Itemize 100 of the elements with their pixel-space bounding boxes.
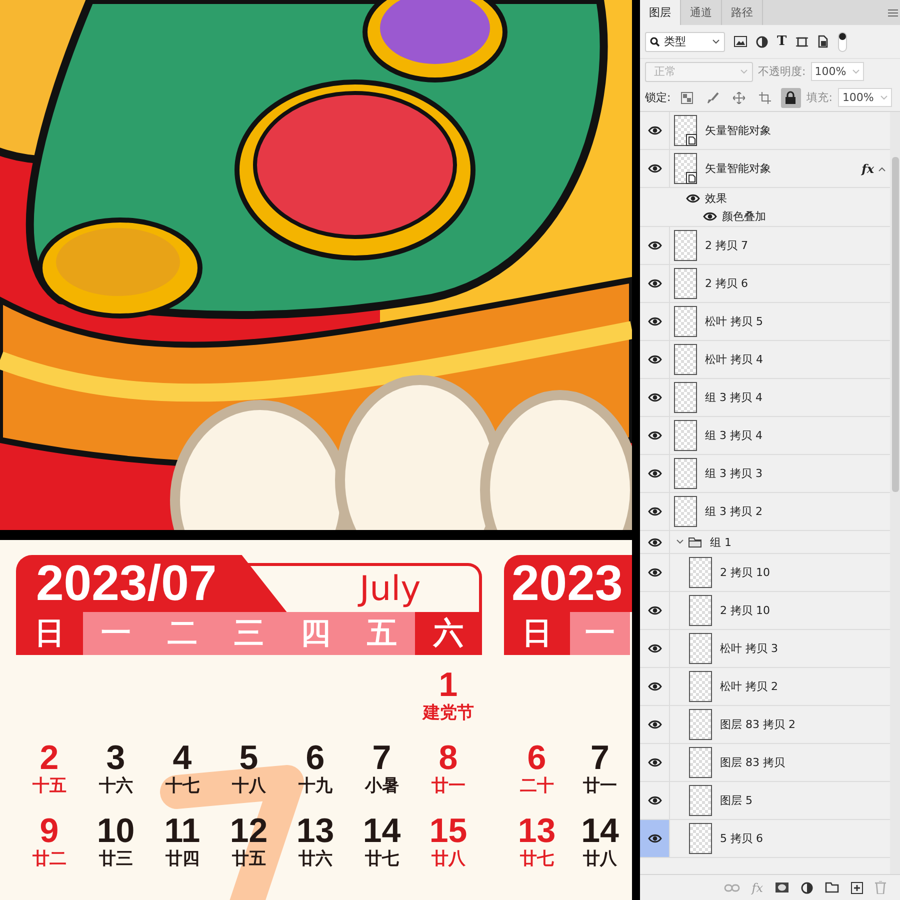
lunar-date: 建党节 bbox=[422, 703, 474, 723]
weekday-header: 三 bbox=[216, 612, 282, 655]
layer-name[interactable]: 松叶 拷贝 2 bbox=[720, 679, 778, 694]
panel-tab[interactable]: 路径 bbox=[722, 0, 763, 25]
image-icon[interactable] bbox=[734, 36, 747, 47]
caret-icon[interactable] bbox=[676, 539, 684, 545]
layer-name[interactable]: 组 3 拷贝 4 bbox=[705, 390, 762, 405]
smart-object-icon[interactable] bbox=[816, 35, 829, 48]
caret-icon bbox=[852, 69, 860, 74]
lunar-date: 廿一 bbox=[431, 776, 466, 796]
date-number: 14 bbox=[581, 813, 619, 849]
eye-icon[interactable] bbox=[648, 606, 662, 615]
adjustment-icon[interactable] bbox=[801, 882, 813, 894]
eye-icon[interactable] bbox=[648, 279, 662, 288]
effect-name[interactable]: 颜色叠加 bbox=[722, 208, 766, 224]
eye-icon[interactable] bbox=[648, 126, 662, 135]
layer-name[interactable]: 松叶 拷贝 4 bbox=[705, 352, 763, 367]
layer-thumbnail bbox=[674, 420, 697, 451]
mask-icon[interactable] bbox=[775, 882, 789, 893]
weekday-header: 日 bbox=[504, 612, 570, 655]
weekday-header: 一 bbox=[82, 612, 149, 655]
layer-thumbnail bbox=[689, 785, 712, 816]
type-filter-icon[interactable]: T bbox=[777, 34, 787, 49]
artboard-icon[interactable] bbox=[758, 92, 771, 104]
eye-icon[interactable] bbox=[648, 834, 662, 843]
caret-icon bbox=[712, 39, 720, 44]
date-number: 14 bbox=[362, 813, 401, 849]
lunar-date: 廿七 bbox=[520, 849, 554, 869]
panel-tab[interactable]: 通道 bbox=[681, 0, 722, 25]
eye-icon[interactable] bbox=[648, 538, 662, 546]
caret-icon[interactable] bbox=[878, 166, 886, 172]
layer-name[interactable]: 5 拷贝 6 bbox=[720, 831, 763, 846]
layer-name[interactable]: 组 3 拷贝 2 bbox=[705, 504, 762, 519]
layer-name[interactable]: 图层 83 拷贝 bbox=[720, 755, 785, 770]
menu-icon[interactable] bbox=[888, 8, 898, 16]
scrollbar[interactable] bbox=[890, 112, 900, 874]
brush-icon[interactable] bbox=[706, 92, 719, 104]
eye-icon[interactable] bbox=[648, 682, 662, 691]
weekday-header: 日 bbox=[16, 612, 82, 655]
eye-icon[interactable] bbox=[648, 507, 662, 516]
eye-icon[interactable] bbox=[648, 758, 662, 767]
date-number: 4 bbox=[172, 740, 192, 776]
layer-thumbnail bbox=[674, 153, 697, 184]
date-number: 10 bbox=[96, 813, 135, 849]
layer-name[interactable]: 松叶 拷贝 3 bbox=[720, 641, 778, 656]
layer-thumbnail bbox=[674, 344, 697, 375]
eye-icon[interactable] bbox=[648, 241, 662, 250]
lunar-date: 十六 bbox=[98, 776, 133, 796]
layer-name[interactable]: 矢量智能对象 bbox=[705, 161, 771, 176]
layer-name[interactable]: 2 拷贝 10 bbox=[720, 603, 770, 618]
eye-icon[interactable] bbox=[648, 568, 662, 577]
layer-thumbnail bbox=[674, 306, 697, 337]
layer-name[interactable]: 2 拷贝 6 bbox=[705, 276, 748, 291]
lunar-date: 廿四 bbox=[165, 849, 200, 869]
eye-icon[interactable] bbox=[648, 317, 662, 326]
lunar-date: 廿八 bbox=[431, 849, 466, 869]
layer-name[interactable]: 图层 83 拷贝 2 bbox=[720, 717, 796, 732]
eye-icon[interactable] bbox=[648, 644, 662, 653]
folder-icon[interactable] bbox=[825, 882, 839, 893]
eye-icon[interactable] bbox=[648, 164, 662, 173]
lock-icon[interactable] bbox=[785, 91, 796, 104]
half-circle-icon[interactable] bbox=[756, 36, 768, 48]
date-number: 2 bbox=[40, 740, 59, 776]
layer-name[interactable]: 图层 5 bbox=[720, 793, 752, 808]
checkerboard-icon[interactable] bbox=[680, 92, 693, 104]
date-number: 9 bbox=[40, 813, 59, 849]
layer-thumbnail bbox=[689, 709, 712, 740]
eye-icon[interactable] bbox=[648, 720, 662, 729]
lunar-date: 廿六 bbox=[298, 849, 332, 869]
layer-name[interactable]: 松叶 拷贝 5 bbox=[705, 314, 763, 329]
lunar-date: 廿二 bbox=[32, 849, 66, 869]
opacity-label: 不透明度: bbox=[758, 64, 806, 79]
eye-icon[interactable] bbox=[648, 431, 662, 440]
lunar-date: 廿七 bbox=[364, 849, 399, 869]
layer-name[interactable]: 2 拷贝 7 bbox=[705, 238, 748, 253]
lunar-date: 十五 bbox=[32, 776, 66, 796]
transform-icon[interactable] bbox=[796, 36, 808, 48]
layer-name[interactable]: 组 1 bbox=[710, 534, 732, 550]
date-number: 13 bbox=[296, 813, 334, 849]
eye-icon[interactable] bbox=[648, 796, 662, 805]
move-icon[interactable] bbox=[732, 92, 745, 104]
eye-icon[interactable] bbox=[648, 355, 662, 364]
layer-thumbnail bbox=[689, 557, 712, 588]
eye-icon[interactable] bbox=[648, 469, 662, 478]
layer-name[interactable]: 组 3 拷贝 3 bbox=[705, 466, 762, 481]
filter-dropdown[interactable]: 类型 bbox=[645, 32, 725, 52]
effects-badge[interactable]: fx bbox=[862, 162, 874, 176]
toggle-icon[interactable] bbox=[838, 32, 847, 52]
panel-tab[interactable]: 图层 bbox=[640, 0, 681, 25]
fill-field[interactable]: 100% bbox=[838, 88, 892, 107]
eye-icon[interactable] bbox=[686, 194, 700, 202]
eye-icon[interactable] bbox=[703, 212, 717, 220]
calendar-title: 2023 bbox=[504, 555, 632, 612]
weekday-header: 六 bbox=[415, 612, 482, 655]
layer-name[interactable]: 矢量智能对象 bbox=[705, 123, 771, 138]
layer-name[interactable]: 组 3 拷贝 4 bbox=[705, 428, 762, 443]
eye-icon[interactable] bbox=[648, 393, 662, 402]
new-layer-icon[interactable] bbox=[851, 882, 863, 894]
date-number: 6 bbox=[527, 740, 546, 776]
layer-name[interactable]: 2 拷贝 10 bbox=[720, 565, 770, 580]
